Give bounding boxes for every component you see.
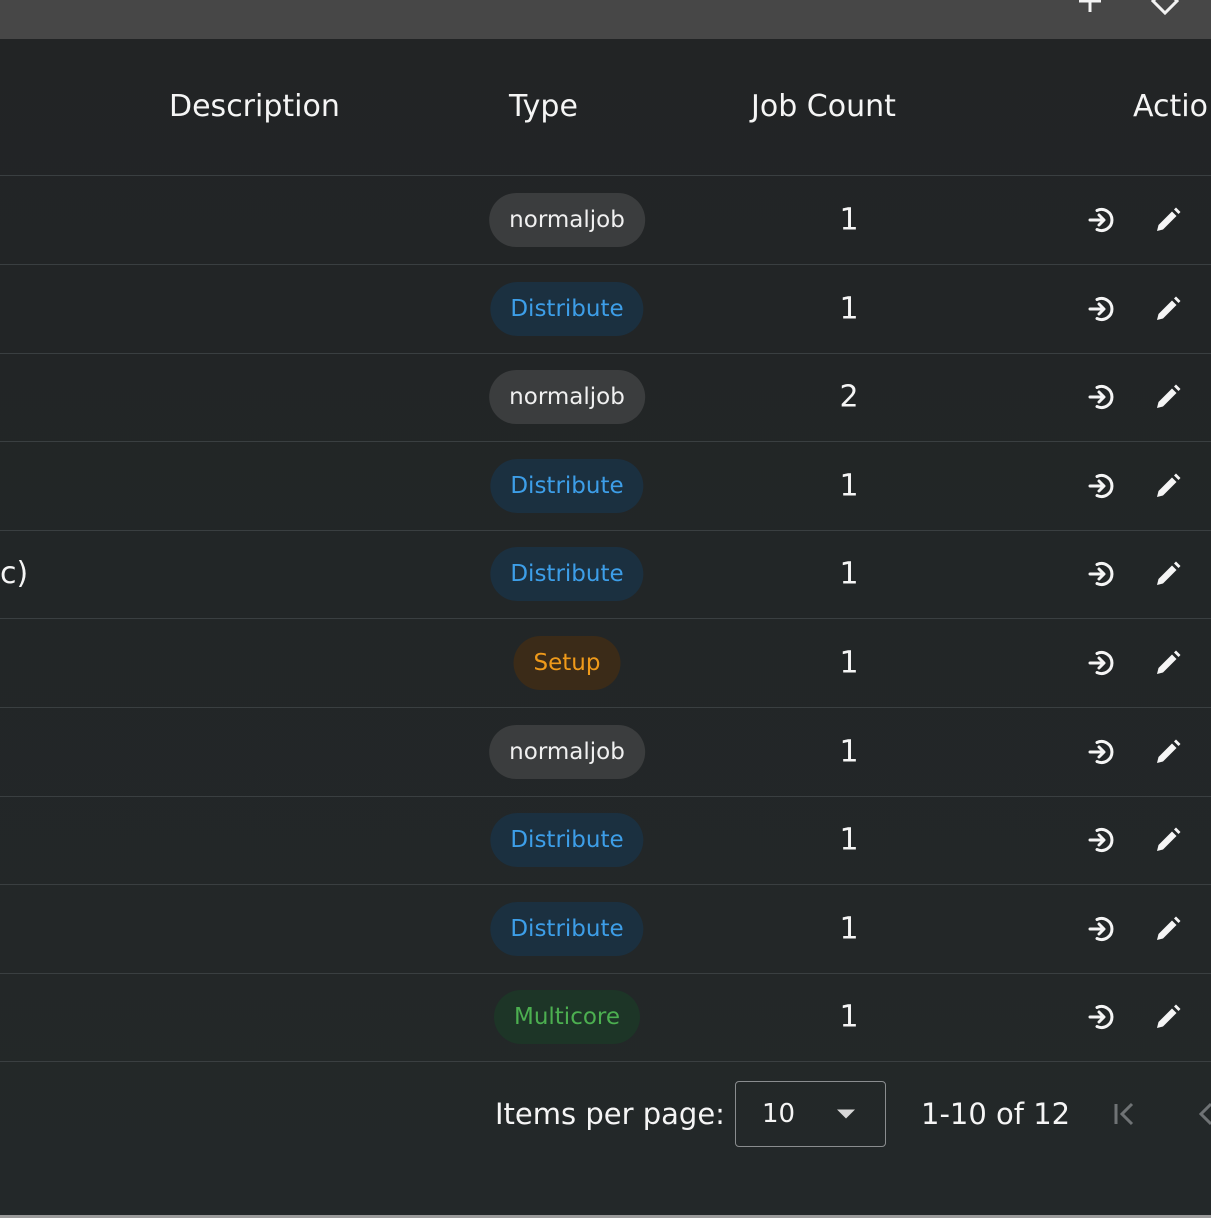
table-row[interactable]: Distribute 1 xyxy=(0,796,1211,886)
type-chip: Multicore xyxy=(493,990,641,1045)
page-range-label: 1-10 of 12 xyxy=(921,1097,1071,1131)
table-row[interactable]: Setup 1 xyxy=(0,619,1211,708)
table-row[interactable]: normaljob 1 xyxy=(0,708,1211,797)
type-chip: Distribute xyxy=(490,281,644,336)
add-icon[interactable] xyxy=(1075,0,1105,16)
table-row[interactable]: Multicore 1 xyxy=(0,973,1211,1063)
items-per-page-label: Items per page: xyxy=(495,1097,725,1131)
items-per-page-value: 10 xyxy=(762,1099,796,1129)
type-chip: Setup xyxy=(513,636,621,690)
job-count: 2 xyxy=(839,379,859,415)
items-per-page-select[interactable]: 10 xyxy=(735,1081,886,1147)
table-row[interactable]: c) Distribute 1 xyxy=(0,530,1211,620)
table-row[interactable]: normaljob 1 xyxy=(0,176,1211,265)
type-chip: Distribute xyxy=(490,901,644,956)
column-header-job-count[interactable]: Job Count xyxy=(751,89,896,125)
edit-pencil-icon[interactable] xyxy=(1152,1001,1184,1033)
login-icon[interactable] xyxy=(1085,293,1117,325)
job-count: 1 xyxy=(839,911,859,947)
login-icon[interactable] xyxy=(1085,1001,1117,1033)
edit-pencil-icon[interactable] xyxy=(1152,204,1184,236)
job-count: 1 xyxy=(839,734,859,770)
tag-icon[interactable] xyxy=(1150,0,1180,16)
type-chip: normaljob xyxy=(489,724,645,779)
previous-page-icon[interactable] xyxy=(1189,1097,1211,1131)
page: Description Type Job Count Actio normalj… xyxy=(0,0,1211,1218)
job-count: 1 xyxy=(839,468,859,504)
top-toolbar xyxy=(0,0,1211,39)
login-icon[interactable] xyxy=(1085,647,1117,679)
type-chip: Distribute xyxy=(490,813,644,868)
table-row[interactable]: normaljob 2 xyxy=(0,353,1211,443)
table-row[interactable]: Distribute 1 xyxy=(0,442,1211,531)
edit-pencil-icon[interactable] xyxy=(1152,381,1184,413)
login-icon[interactable] xyxy=(1085,558,1117,590)
login-icon[interactable] xyxy=(1085,824,1117,856)
type-chip: normaljob xyxy=(489,370,645,425)
job-count: 1 xyxy=(839,202,859,238)
job-count: 1 xyxy=(839,291,859,327)
job-count: 1 xyxy=(839,645,859,681)
login-icon[interactable] xyxy=(1085,736,1117,768)
column-header-description[interactable]: Description xyxy=(169,89,340,125)
job-count: 1 xyxy=(839,556,859,592)
table-row[interactable]: Distribute 1 xyxy=(0,885,1211,974)
type-chip: Distribute xyxy=(490,547,644,602)
edit-pencil-icon[interactable] xyxy=(1152,470,1184,502)
login-icon[interactable] xyxy=(1085,913,1117,945)
table-row[interactable]: Distribute 1 xyxy=(0,265,1211,354)
edit-pencil-icon[interactable] xyxy=(1152,558,1184,590)
paginator: Items per page: 10 1-10 of 12 xyxy=(0,1061,1211,1215)
login-icon[interactable] xyxy=(1085,204,1117,236)
table-header: Description Type Job Count Actio xyxy=(0,39,1211,176)
type-chip: normaljob xyxy=(489,193,645,247)
edit-pencil-icon[interactable] xyxy=(1152,824,1184,856)
type-chip: Distribute xyxy=(490,458,644,513)
row-description: c) xyxy=(0,556,29,592)
edit-pencil-icon[interactable] xyxy=(1152,647,1184,679)
login-icon[interactable] xyxy=(1085,470,1117,502)
login-icon[interactable] xyxy=(1085,381,1117,413)
first-page-icon[interactable] xyxy=(1107,1097,1141,1131)
edit-pencil-icon[interactable] xyxy=(1152,736,1184,768)
column-header-type[interactable]: Type xyxy=(509,89,578,125)
edit-pencil-icon[interactable] xyxy=(1152,913,1184,945)
job-count: 1 xyxy=(839,822,859,858)
column-header-actions: Actio xyxy=(1133,89,1208,124)
edit-pencil-icon[interactable] xyxy=(1152,293,1184,325)
job-count: 1 xyxy=(839,999,859,1035)
dropdown-arrow-icon xyxy=(837,1109,855,1119)
